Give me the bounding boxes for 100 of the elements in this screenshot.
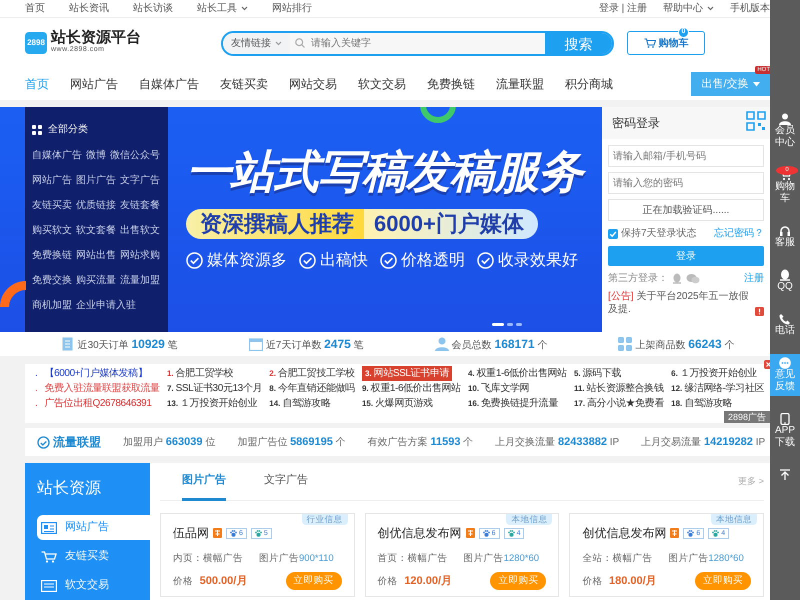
search-field[interactable]: 请输入关键字	[309, 34, 545, 52]
top-link[interactable]: 首页	[25, 1, 45, 16]
captcha-box[interactable]: 正在加载验证码......	[608, 199, 764, 221]
search-box[interactable]: 请输入关键字	[290, 32, 545, 54]
side-rail-item[interactable]: 会员中心	[770, 110, 800, 152]
ad-link[interactable]: 13. １万投资开始创业	[166, 396, 257, 411]
stat-text: 近7天订单数 2475 笔	[266, 336, 364, 353]
category-link[interactable]: 微信公众号	[110, 148, 160, 163]
price-text: 价格 180.00/月	[582, 574, 657, 589]
account-field[interactable]: 请输入邮箱/手机号码	[608, 145, 764, 167]
phone-device-icon	[779, 413, 791, 425]
ad-link[interactable]: 12. 缘洁网络-学习社区	[671, 381, 764, 396]
banner-feature: 出稿快	[320, 250, 368, 270]
notice-text: [公告] 关于平台2025年五一放假及提.	[608, 291, 750, 316]
ad-link[interactable]: 10. 飞库文学网	[468, 381, 530, 396]
ad-link[interactable]: 7. SSL证书30元13个月	[166, 381, 262, 396]
scope-dropdown[interactable]: 友情链接	[223, 32, 290, 54]
top-link[interactable]: 站长访谈	[133, 1, 173, 16]
top-link[interactable]: 登录 | 注册	[598, 1, 647, 16]
category-link[interactable]: 购买软文	[32, 223, 72, 238]
phone-icon	[779, 313, 791, 325]
ad-type-link[interactable]: 横幅广告	[203, 552, 243, 566]
nav-link[interactable]: 网站交易	[289, 75, 337, 93]
category-link[interactable]: 网站出售	[76, 248, 116, 263]
calendar-icon	[248, 337, 263, 351]
nav-link[interactable]: 友链买卖	[220, 75, 268, 93]
top-link[interactable]: 网站排行	[272, 1, 312, 16]
category-link[interactable]: 微博	[86, 148, 106, 163]
ad-link[interactable]: 15. 火爆网页游戏	[362, 396, 433, 411]
top-link[interactable]: 手机版本	[730, 1, 770, 16]
ad-link[interactable]: . 广告位出租Q2678646391	[31, 396, 152, 411]
password-field[interactable]: 请输入您的密码	[608, 172, 764, 194]
ad-link[interactable]: 2. 合肥工贸技工学校	[269, 366, 355, 381]
category-link[interactable]: 出售软文	[120, 223, 160, 238]
alliance-stat: 上月交易流量 14219282 IP	[641, 434, 766, 450]
ad-link[interactable]: 1. 合肥工贸学校	[166, 366, 234, 381]
category-link[interactable]: 优质链接	[76, 198, 116, 213]
check-icon	[609, 230, 617, 238]
category-link[interactable]: 购买流量	[76, 273, 116, 288]
category-link[interactable]: 网站求购	[120, 248, 160, 263]
ad-link[interactable]: 4. 权重1-6低价出售网站	[468, 366, 567, 381]
category-link[interactable]: 图片广告	[76, 173, 116, 188]
top-link[interactable]: 站长资讯	[69, 1, 109, 16]
side-rail-item[interactable]: APP下载	[770, 410, 800, 452]
ad-link[interactable]: 6. １万投资开始创业	[671, 366, 757, 381]
nav-link[interactable]: 积分商城	[565, 75, 613, 93]
category-link[interactable]: 友链套餐	[120, 198, 160, 213]
logo-name: 站长资源平台	[51, 30, 141, 46]
site-name: 创优信息发布网	[378, 525, 462, 542]
nav-link[interactable]: 自媒体广告	[139, 75, 199, 93]
paw-icon	[230, 530, 237, 536]
nav-link[interactable]: 免费换链	[427, 75, 475, 93]
category-link[interactable]: 网站广告	[32, 173, 72, 188]
tab[interactable]: 文字广告	[264, 462, 308, 500]
ad-link[interactable]: 17. 高分小说★免费看	[574, 396, 664, 411]
category-link[interactable]: 软文套餐	[76, 223, 116, 238]
paw-icon	[712, 530, 720, 536]
nav-link[interactable]: 流量联盟	[496, 75, 544, 93]
top-link[interactable]: 站长工具	[197, 1, 248, 16]
login-title: 密码登录	[612, 115, 660, 132]
nav-link[interactable]: 软文交易	[358, 75, 406, 93]
category-link[interactable]: 免费换链	[32, 248, 72, 263]
ad-link[interactable]: . 免费入驻流量联盟获取流量	[31, 381, 160, 396]
logo-icon: 2898	[25, 32, 47, 54]
banner-feature: 收录效果好	[498, 250, 578, 270]
ad-type-link[interactable]: 横幅广告	[408, 552, 448, 566]
caret-icon	[707, 6, 714, 11]
ad-link[interactable]: 8. 今年直销还能做吗	[269, 381, 355, 396]
category-link[interactable]: 商机加盟	[32, 298, 72, 313]
side-rail-item[interactable]: 客服	[770, 222, 800, 252]
paw-icon	[508, 530, 515, 536]
ad-link[interactable]: 16. 免费换链提升流量	[468, 396, 558, 411]
site-name: 伍品网	[173, 525, 209, 542]
arrow-up-icon	[779, 469, 791, 481]
category-link[interactable]: 自媒体广告	[32, 148, 82, 163]
ad-format: 图片广告1280*60	[464, 552, 540, 566]
category-link[interactable]: 友链买卖	[32, 198, 72, 213]
side-rail-item[interactable]: QQ	[770, 266, 800, 296]
category-link[interactable]: 文字广告	[120, 173, 160, 188]
certified-icon	[466, 528, 475, 538]
alliance-stat: 加盟用户 663039 位	[123, 434, 216, 450]
ad-link[interactable]: 11. 站长资源整合换钱	[574, 381, 664, 396]
category-link[interactable]: 企业申请入驻	[76, 298, 136, 313]
ad-link[interactable]: 5. 源码下载	[574, 366, 622, 381]
top-link[interactable]: 帮助中心	[663, 1, 714, 16]
ad-link[interactable]: 3. 网站SSL证书申请	[362, 366, 452, 381]
category-link[interactable]: 免费交换	[32, 273, 72, 288]
ad-type-link[interactable]: 横幅广告	[612, 552, 652, 566]
remember-checkbox[interactable]	[608, 228, 618, 238]
category-link[interactable]: 流量加盟	[120, 273, 160, 288]
ad-link[interactable]: . 【6000+门户媒体发稿】	[31, 366, 148, 381]
stat-text: 会员总数 168171 个	[452, 336, 548, 353]
ad-link[interactable]: 14. 自驾游攻略	[269, 396, 330, 411]
ad-link[interactable]: 18. 自驾游攻略	[671, 396, 732, 411]
side-rail-item[interactable]: 电话	[770, 310, 800, 340]
nav-link[interactable]: 网站广告	[70, 75, 118, 93]
category-tag: 本地信息	[506, 514, 552, 525]
tab[interactable]: 图片广告	[182, 462, 226, 500]
ad-link[interactable]: 9. 权重1-6低价出售网站	[362, 381, 461, 396]
price-text: 价格 120.00/月	[378, 574, 452, 589]
